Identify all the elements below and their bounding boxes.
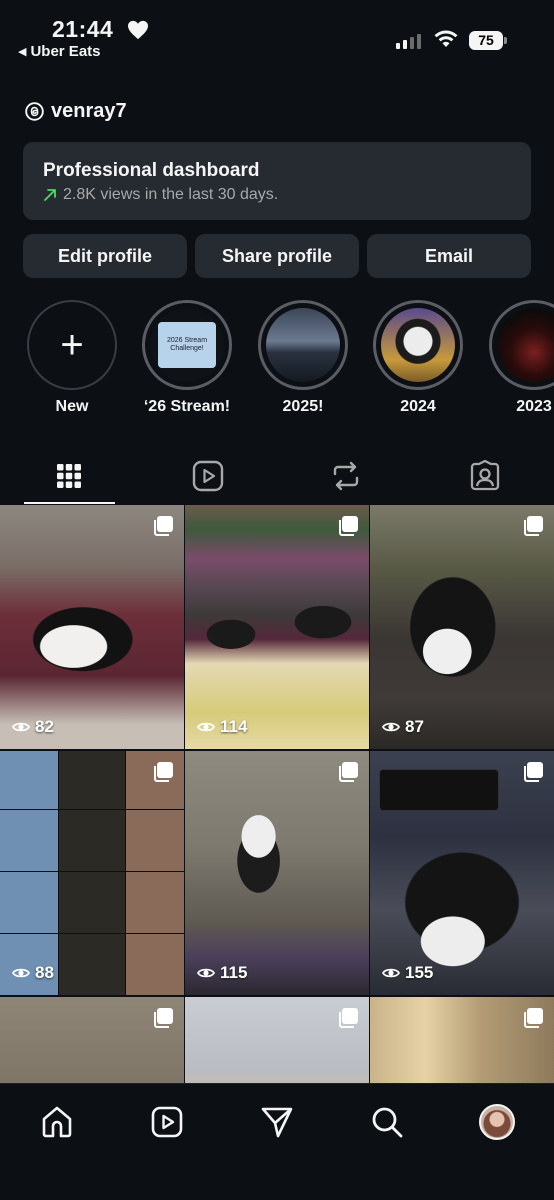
multiple-images-icon	[524, 516, 543, 536]
post-view-count: 115	[197, 963, 247, 983]
eye-icon	[382, 968, 400, 978]
cellular-signal-icon	[396, 33, 421, 49]
post-tile[interactable]: 82	[0, 505, 184, 749]
post-view-count: 114	[197, 717, 247, 737]
highlight-cover-image: 2026 Stream Challenge!	[150, 308, 224, 382]
tab-tagged[interactable]	[416, 448, 554, 504]
post-view-count: 82	[12, 717, 54, 737]
multiple-images-icon	[154, 516, 173, 536]
highlight-label: 2023	[516, 398, 552, 415]
multiple-images-icon	[339, 516, 358, 536]
nav-search[interactable]	[367, 1102, 407, 1142]
highlight-label: 2024	[400, 398, 436, 415]
highlight-2025[interactable]: 2025!	[258, 300, 348, 416]
wifi-icon	[434, 30, 458, 47]
tab-reels[interactable]	[139, 448, 278, 504]
highlight-stream[interactable]: 2026 Stream Challenge! ‘26 Stream!	[142, 300, 232, 416]
post-view-count: 155	[382, 963, 433, 983]
post-tile[interactable]: 87	[370, 505, 554, 749]
story-highlights: + New 2026 Stream Challenge! ‘26 Stream!…	[0, 300, 554, 430]
search-icon	[372, 1107, 403, 1138]
trend-up-arrow-icon	[44, 189, 56, 201]
battery-level: 75	[469, 31, 503, 50]
heart-icon	[128, 20, 148, 40]
nav-reels[interactable]	[147, 1102, 187, 1142]
status-time: 21:44	[52, 16, 114, 42]
share-profile-button[interactable]: Share profile	[195, 234, 359, 278]
nav-home[interactable]	[37, 1102, 77, 1142]
back-to-app-link[interactable]: ◀ Uber Eats	[18, 43, 101, 60]
back-triangle-icon: ◀	[18, 46, 27, 58]
tab-grid[interactable]	[0, 448, 139, 504]
email-button[interactable]: Email	[367, 234, 531, 278]
battery-icon: 75	[469, 31, 507, 50]
eye-icon	[197, 968, 215, 978]
highlight-label: ‘26 Stream!	[143, 398, 231, 415]
post-tile[interactable]: 114	[185, 505, 369, 749]
tab-reposts[interactable]	[277, 448, 416, 504]
multiple-images-icon	[524, 762, 543, 782]
plus-icon: +	[60, 323, 84, 367]
profile-username-row[interactable]: venray7	[24, 100, 127, 123]
post-view-count: 88	[12, 963, 54, 983]
dashboard-subtitle: 2.8K views in the last 30 days.	[63, 186, 279, 203]
professional-dashboard-card[interactable]: Professional dashboard 2.8K views in the…	[23, 142, 531, 220]
grid-icon	[57, 464, 82, 488]
highlight-cover-image	[266, 308, 340, 382]
post-tile[interactable]: 115	[185, 751, 369, 995]
reels-icon	[151, 1106, 183, 1138]
reposts-icon	[334, 461, 359, 491]
highlight-label: 2025!	[282, 398, 324, 415]
home-icon	[42, 1106, 72, 1138]
multiple-images-icon	[154, 762, 173, 782]
eye-icon	[12, 968, 30, 978]
highlight-cover-image	[497, 308, 554, 382]
eye-icon	[382, 722, 400, 732]
dashboard-title: Professional dashboard	[43, 160, 260, 181]
highlight-2024[interactable]: 2024	[373, 300, 463, 416]
post-tile[interactable]: 155	[370, 751, 554, 995]
multiple-images-icon	[339, 762, 358, 782]
threads-icon[interactable]	[24, 101, 45, 122]
embedded-threads-post	[379, 769, 499, 811]
new-highlight-circle[interactable]: +	[27, 300, 117, 390]
highlight-new[interactable]: + New	[27, 300, 117, 416]
multiple-images-icon	[339, 1008, 358, 1028]
post-tile[interactable]: 88	[0, 751, 184, 995]
username: venray7	[51, 100, 127, 122]
nav-profile[interactable]	[477, 1102, 517, 1142]
tagged-icon	[470, 460, 499, 491]
highlight-2023[interactable]: 2023	[489, 300, 554, 416]
nav-messages[interactable]	[257, 1102, 297, 1142]
edit-profile-button[interactable]: Edit profile	[23, 234, 187, 278]
multiple-images-icon	[524, 1008, 543, 1028]
send-icon	[261, 1107, 293, 1138]
highlight-cover-image	[381, 308, 455, 382]
profile-action-buttons: Edit profile Share profile Email	[23, 234, 531, 278]
post-view-count: 87	[382, 717, 424, 737]
eye-icon	[197, 722, 215, 732]
eye-icon	[12, 722, 30, 732]
highlight-label: New	[55, 398, 89, 415]
profile-avatar	[479, 1104, 515, 1140]
reels-icon	[192, 460, 223, 492]
multiple-images-icon	[154, 1008, 173, 1028]
dashboard-subtitle-row: 2.8K views in the last 30 days.	[43, 186, 511, 204]
back-app-label: Uber Eats	[30, 43, 101, 60]
status-bar: 21:44 ◀ Uber Eats 75	[0, 0, 554, 70]
bottom-navigation	[0, 1083, 554, 1200]
profile-content-tabs	[0, 448, 554, 504]
stream-cover-card: 2026 Stream Challenge!	[158, 322, 216, 368]
